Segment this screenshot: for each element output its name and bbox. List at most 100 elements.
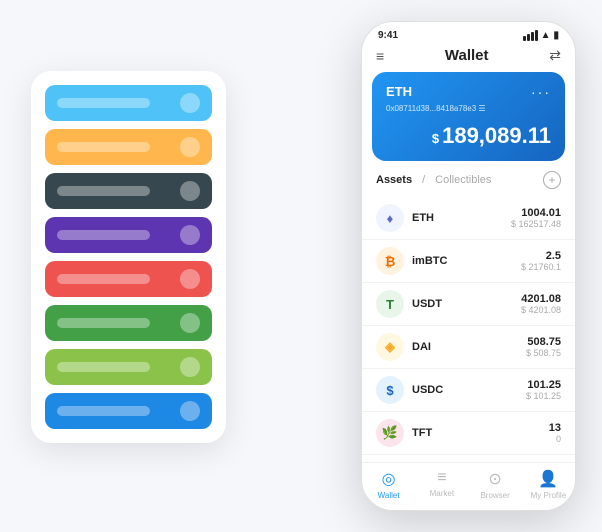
asset-row-imbtc[interactable]: ₿ imBTC2.5$ 21760.1 — [362, 240, 575, 283]
card-item-icon-0 — [180, 93, 200, 113]
eth-card-top: ETH ··· — [386, 84, 551, 100]
asset-usd-value-eth: $ 162517.48 — [511, 219, 561, 229]
asset-name-usdt: USDT — [412, 298, 521, 310]
card-item-bar-1 — [57, 142, 150, 152]
nav-label-my-profile: My Profile — [531, 491, 567, 500]
card-item-icon-4 — [180, 269, 200, 289]
card-item-icon-5 — [180, 313, 200, 333]
card-item-bar-6 — [57, 362, 150, 372]
nav-item-my-profile[interactable]: 👤 My Profile — [522, 469, 575, 500]
status-icons: ▲ ▮ — [523, 30, 559, 41]
assets-header: Assets / Collectibles + — [362, 171, 575, 197]
asset-usd-value-dai: $ 508.75 — [526, 348, 561, 358]
wallet-nav-icon: ◎ — [382, 469, 396, 489]
signal-bar-2 — [527, 34, 530, 41]
menu-icon[interactable]: ≡ — [376, 48, 384, 64]
card-item-icon-2 — [180, 181, 200, 201]
nav-label-browser: Browser — [480, 491, 509, 500]
asset-amount-value-eth: 1004.01 — [511, 207, 561, 219]
add-asset-button[interactable]: + — [543, 171, 561, 189]
card-stack — [31, 71, 226, 443]
card-item-4[interactable] — [45, 261, 212, 297]
assets-tabs: Assets / Collectibles — [376, 174, 491, 186]
asset-icon-dai: ◈ — [376, 333, 404, 361]
asset-amounts-imbtc: 2.5$ 21760.1 — [521, 250, 561, 272]
asset-amount-value-dai: 508.75 — [526, 336, 561, 348]
asset-name-usdc: USDC — [412, 384, 526, 396]
battery-icon: ▮ — [553, 30, 559, 41]
asset-row-eth[interactable]: ♦ETH1004.01$ 162517.48 — [362, 197, 575, 240]
asset-icon-imbtc: ₿ — [376, 247, 404, 275]
asset-row-usdc[interactable]: $ USDC101.25$ 101.25 — [362, 369, 575, 412]
nav-label-market: Market — [430, 489, 454, 498]
asset-amount-value-usdt: 4201.08 — [521, 293, 561, 305]
eth-card[interactable]: ETH ··· 0x08711d38...8418a78e3 ☰ $189,08… — [372, 72, 565, 161]
eth-balance: $189,089.11 — [386, 123, 551, 149]
status-bar: 9:41 ▲ ▮ — [362, 22, 575, 45]
card-item-5[interactable] — [45, 305, 212, 341]
phone-mockup: 9:41 ▲ ▮ ≡ Wallet ⇄ ETH ··· — [361, 21, 576, 511]
asset-usd-value-tft: 0 — [549, 434, 561, 444]
card-item-bar-3 — [57, 230, 150, 240]
asset-name-imbtc: imBTC — [412, 255, 521, 267]
asset-row-usdt[interactable]: T USDT4201.08$ 4201.08 — [362, 283, 575, 326]
time-label: 9:41 — [378, 30, 398, 41]
card-item-bar-4 — [57, 274, 150, 284]
card-item-bar-2 — [57, 186, 150, 196]
asset-usd-value-usdt: $ 4201.08 — [521, 305, 561, 315]
asset-name-tft: TFT — [412, 427, 549, 439]
card-item-6[interactable] — [45, 349, 212, 385]
card-item-1[interactable] — [45, 129, 212, 165]
nav-item-wallet[interactable]: ◎Wallet — [362, 469, 415, 500]
eth-balance-symbol: $ — [432, 131, 439, 146]
asset-amounts-usdc: 101.25$ 101.25 — [526, 379, 561, 401]
asset-amounts-eth: 1004.01$ 162517.48 — [511, 207, 561, 229]
wifi-icon: ▲ — [541, 30, 551, 41]
asset-icon-eth: ♦ — [376, 204, 404, 232]
card-item-3[interactable] — [45, 217, 212, 253]
header-title: Wallet — [445, 47, 489, 64]
asset-usd-value-imbtc: $ 21760.1 — [521, 262, 561, 272]
asset-amounts-usdt: 4201.08$ 4201.08 — [521, 293, 561, 315]
eth-balance-value: 189,089.11 — [442, 123, 551, 148]
card-item-icon-6 — [180, 357, 200, 377]
card-item-0[interactable] — [45, 85, 212, 121]
signal-bar-1 — [523, 36, 526, 41]
asset-list: ♦ETH1004.01$ 162517.48 ₿ imBTC2.5$ 21760.1… — [362, 197, 575, 462]
nav-item-market[interactable]: ≡ Market — [415, 469, 468, 500]
card-item-2[interactable] — [45, 173, 212, 209]
card-item-bar-0 — [57, 98, 150, 108]
eth-card-label: ETH — [386, 84, 412, 99]
signal-bar-4 — [535, 30, 538, 41]
eth-card-menu[interactable]: ··· — [531, 84, 551, 100]
asset-amounts-tft: 130 — [549, 422, 561, 444]
asset-amount-value-imbtc: 2.5 — [521, 250, 561, 262]
card-item-icon-3 — [180, 225, 200, 245]
asset-amount-value-usdc: 101.25 — [526, 379, 561, 391]
card-item-icon-1 — [180, 137, 200, 157]
asset-amount-value-tft: 13 — [549, 422, 561, 434]
eth-address: 0x08711d38...8418a78e3 ☰ — [386, 104, 551, 113]
market-nav-icon: ≡ — [437, 469, 446, 487]
card-item-bar-5 — [57, 318, 150, 328]
asset-icon-tft: 🌿 — [376, 419, 404, 447]
profile-nav-icon: 👤 — [538, 469, 558, 489]
asset-usd-value-usdc: $ 101.25 — [526, 391, 561, 401]
asset-amounts-dai: 508.75$ 508.75 — [526, 336, 561, 358]
asset-row-dai[interactable]: ◈ DAI508.75$ 508.75 — [362, 326, 575, 369]
bottom-nav: ◎Wallet ≡ Market ⊙ Browser 👤 My Profile — [362, 462, 575, 510]
browser-nav-icon: ⊙ — [488, 469, 501, 489]
asset-icon-usdt: T — [376, 290, 404, 318]
tab-assets[interactable]: Assets — [376, 174, 412, 186]
scan-icon[interactable]: ⇄ — [549, 47, 561, 64]
tab-collectibles[interactable]: Collectibles — [435, 174, 491, 186]
asset-row-tft[interactable]: 🌿 TFT130 — [362, 412, 575, 455]
phone-header: ≡ Wallet ⇄ — [362, 45, 575, 72]
card-item-icon-7 — [180, 401, 200, 421]
asset-name-dai: DAI — [412, 341, 526, 353]
card-item-7[interactable] — [45, 393, 212, 429]
asset-icon-usdc: $ — [376, 376, 404, 404]
signal-bar-3 — [531, 32, 534, 41]
nav-item-browser[interactable]: ⊙ Browser — [469, 469, 522, 500]
scene: 9:41 ▲ ▮ ≡ Wallet ⇄ ETH ··· — [11, 11, 591, 521]
